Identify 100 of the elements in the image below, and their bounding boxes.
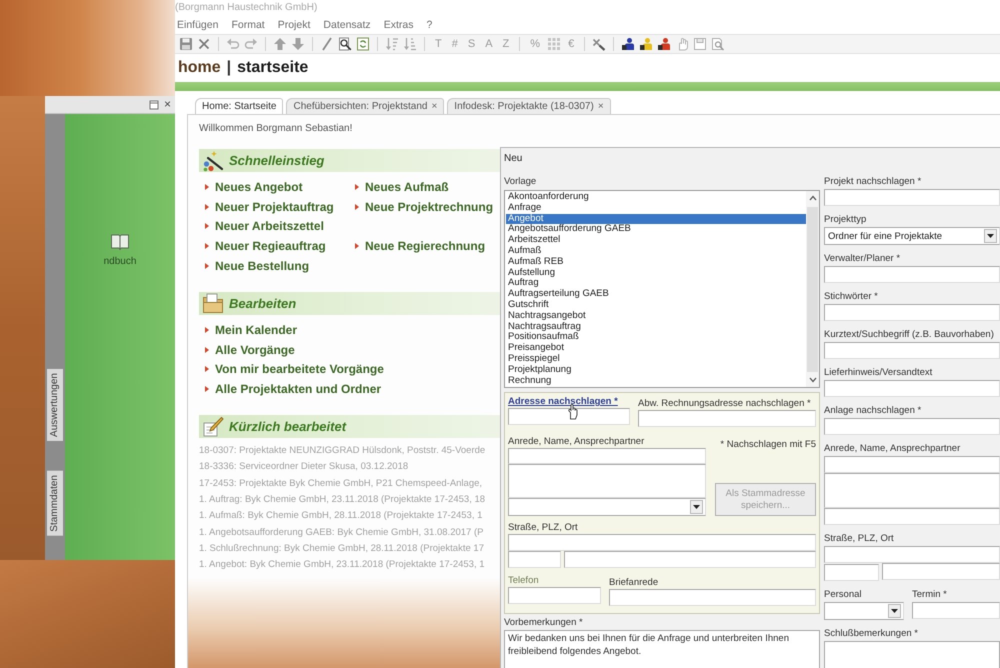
- list-item[interactable]: Angebotsaufforderung GAEB: [506, 224, 806, 236]
- text-area[interactable]: Wir bedanken uns bei Ihnen für die Anfrage und unterbreiten Ihnen freibleibend folgendes Angebot.: [504, 630, 820, 668]
- list-item[interactable]: Anfrage: [506, 202, 806, 214]
- list-item[interactable]: Aufstellung: [506, 268, 806, 278]
- list-item[interactable]: Nachtragsauftrag: [506, 322, 806, 332]
- select-field[interactable]: Ordner für eine Projektakte: [824, 227, 1000, 245]
- refresh-icon[interactable]: [356, 37, 370, 51]
- quick-link[interactable]: Neue Projektrechnung: [365, 200, 494, 214]
- scrollbar-thumb[interactable]: [807, 207, 818, 372]
- tab[interactable]: Infodesk: Projektakte (18-0307) ×: [447, 98, 611, 114]
- input-field[interactable]: [609, 589, 816, 606]
- menu-item[interactable]: Extras: [384, 19, 414, 31]
- quick-link[interactable]: Neue Bestellung: [215, 259, 310, 274]
- text-area[interactable]: [824, 641, 1000, 668]
- delete-icon[interactable]: [197, 37, 211, 51]
- lookup-link[interactable]: Adresse nachschlagen *: [508, 396, 618, 408]
- menu-item[interactable]: Projekt: [278, 19, 310, 31]
- list-item[interactable]: Aufmaß REB: [506, 256, 806, 268]
- list-item[interactable]: Rechnung: [506, 376, 806, 386]
- input-field[interactable]: [824, 266, 1000, 283]
- dropdown-button[interactable]: [888, 604, 901, 618]
- redo-icon[interactable]: [244, 37, 258, 51]
- user-icon[interactable]: [657, 37, 672, 51]
- list-item[interactable]: Projektplanung: [506, 364, 806, 376]
- window-icon[interactable]: [693, 37, 708, 51]
- close-button[interactable]: ×: [431, 99, 438, 114]
- list-item[interactable]: Nachtragsangebot: [506, 310, 806, 322]
- caret-down-icon[interactable]: [808, 377, 816, 383]
- quick-link[interactable]: Neuer Projektauftrag: [215, 200, 334, 214]
- tab[interactable]: Chefübersichten: Projektstand ×: [286, 98, 444, 114]
- list-item[interactable]: Akontoanforderung: [506, 192, 806, 203]
- vertical-tab[interactable]: Auswertungen: [47, 369, 63, 441]
- list-item[interactable]: Auftrag: [506, 278, 806, 290]
- quick-link[interactable]: Neuer Arbeitszettel: [215, 219, 324, 234]
- list-item[interactable]: Arbeitszettel: [506, 235, 806, 246]
- input-field[interactable]: [824, 418, 1000, 435]
- caret-up-icon[interactable]: [808, 195, 816, 201]
- quick-link[interactable]: Neues Aufmaß: [365, 180, 449, 194]
- input-field[interactable]: [508, 587, 601, 604]
- list-item[interactable]: Aufmaß: [506, 246, 806, 257]
- input-field[interactable]: [912, 602, 1000, 619]
- input-field[interactable]: [824, 473, 1000, 508]
- document-search-icon[interactable]: [711, 37, 726, 51]
- quick-link[interactable]: Alle Projektakten und Ordner: [215, 382, 382, 396]
- input-field[interactable]: [508, 408, 630, 425]
- input-field[interactable]: [882, 563, 1000, 580]
- input-field[interactable]: [824, 342, 1000, 359]
- tools-icon[interactable]: [592, 37, 606, 51]
- list-item[interactable]: Angebot: [506, 214, 806, 224]
- arrow-up-icon[interactable]: [273, 37, 287, 51]
- list-item[interactable]: Preisangebot: [506, 343, 806, 354]
- input-field[interactable]: [824, 189, 1000, 206]
- menu-item[interactable]: Format: [231, 19, 265, 31]
- input-field[interactable]: [638, 410, 816, 427]
- input-field[interactable]: [508, 464, 706, 498]
- grid-icon[interactable]: [547, 37, 562, 51]
- close-button[interactable]: ×: [598, 99, 604, 114]
- quick-link[interactable]: Von mir bearbeitete Vorgänge: [215, 362, 384, 376]
- input-field[interactable]: [508, 448, 706, 464]
- select-field[interactable]: [508, 498, 706, 516]
- arrow-down-icon[interactable]: [291, 37, 305, 51]
- undo-icon[interactable]: [226, 37, 240, 51]
- menu-item[interactable]: ?: [426, 19, 432, 31]
- breadcrumb-section[interactable]: home: [178, 59, 221, 77]
- search-icon[interactable]: [338, 37, 352, 51]
- user-icon[interactable]: [621, 37, 636, 51]
- list-item[interactable]: Preisspiegel: [506, 354, 806, 365]
- quick-link[interactable]: Alle Vorgänge: [215, 342, 295, 357]
- window-icon[interactable]: [148, 100, 159, 110]
- select-field[interactable]: [824, 602, 904, 620]
- list-item[interactable]: Auftragserteilung GAEB: [506, 289, 806, 300]
- input-field[interactable]: [824, 304, 1000, 321]
- quick-link[interactable]: Neuer Regieauftrag: [215, 239, 326, 254]
- input-field[interactable]: [824, 380, 1000, 397]
- tab[interactable]: Home: Startseite: [195, 98, 284, 114]
- sort-ascending-icon[interactable]: [385, 37, 399, 51]
- input-field[interactable]: [508, 534, 816, 551]
- input-field[interactable]: [564, 551, 816, 568]
- input-field[interactable]: [824, 508, 1000, 525]
- list-item[interactable]: Gutschrift: [506, 300, 806, 311]
- save-icon[interactable]: [179, 37, 193, 51]
- dropdown-button[interactable]: [984, 229, 997, 243]
- dropdown-button[interactable]: [690, 500, 703, 514]
- quick-link[interactable]: Neue Regierechnung: [365, 239, 486, 254]
- scrollbar[interactable]: [806, 191, 819, 387]
- list-item[interactable]: Positionsaufmaß: [506, 332, 806, 344]
- input-field[interactable]: [508, 551, 561, 568]
- user-icon[interactable]: [639, 37, 654, 51]
- sidebar-item[interactable]: ndbuch: [104, 256, 136, 267]
- quick-link[interactable]: Mein Kalender: [215, 322, 298, 337]
- book-icon[interactable]: [110, 232, 130, 252]
- menu-item[interactable]: Einfügen: [177, 19, 218, 31]
- input-field[interactable]: [824, 546, 1000, 563]
- input-field[interactable]: [824, 456, 1000, 473]
- sort-descending-icon[interactable]: [403, 37, 417, 51]
- input-field[interactable]: [824, 564, 879, 581]
- menu-item[interactable]: Datensatz: [323, 19, 371, 31]
- vertical-tab[interactable]: Stammdaten: [47, 470, 63, 536]
- close-button[interactable]: ×: [164, 98, 171, 111]
- quick-link[interactable]: Neues Angebot: [215, 180, 303, 194]
